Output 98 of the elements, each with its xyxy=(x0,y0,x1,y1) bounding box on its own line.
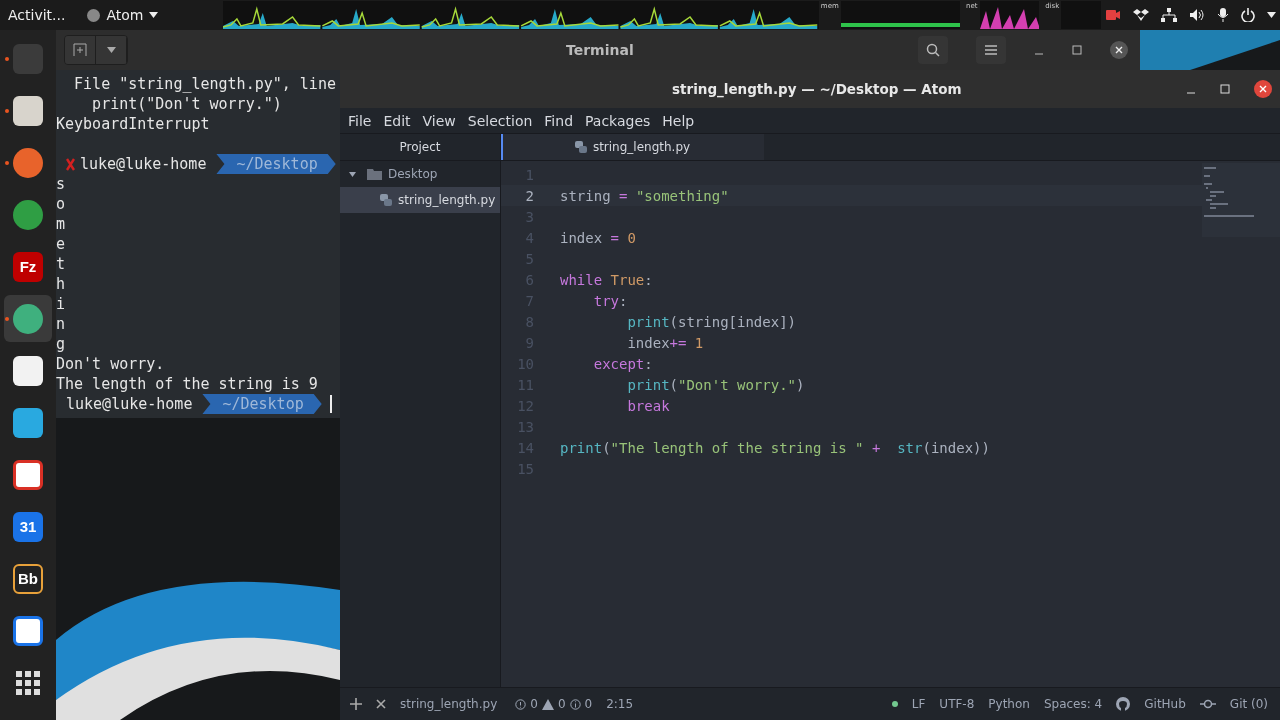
search-button[interactable] xyxy=(918,36,948,64)
terminal-line: o xyxy=(56,194,66,214)
calendar-app-icon[interactable]: 31 xyxy=(13,511,43,542)
folder-icon xyxy=(367,168,382,180)
warning-count[interactable]: 0 xyxy=(557,697,566,711)
line-number: 2 xyxy=(524,187,535,204)
status-dot xyxy=(891,701,898,707)
terminal-line: n xyxy=(56,314,66,334)
code-line: index = 0 xyxy=(560,229,636,246)
caret-icon xyxy=(106,47,116,53)
menu-item[interactable]: View xyxy=(416,112,462,129)
file-name-status[interactable]: string_length.py xyxy=(400,697,498,711)
caret-icon xyxy=(149,12,159,18)
terminal-line: Don't worry. xyxy=(56,354,165,374)
menu-item[interactable]: Find xyxy=(538,112,579,129)
envelope-app-icon[interactable] xyxy=(13,407,43,438)
terminal-line: print("Don't worry.") xyxy=(91,94,282,114)
app-grid-icon[interactable] xyxy=(16,670,40,695)
code-line: print("Don't worry.") xyxy=(626,376,805,393)
warning-icon xyxy=(541,698,554,710)
search-icon xyxy=(926,43,940,57)
prompt-path: ~/Desktop xyxy=(216,154,336,174)
microphone-icon[interactable] xyxy=(1217,8,1229,22)
code-line: index+= 1 xyxy=(626,334,704,351)
chevron-icon xyxy=(348,169,357,179)
app-icon[interactable] xyxy=(13,459,43,490)
maximize-icon[interactable] xyxy=(1220,84,1230,94)
window-title: string_length.py — ~/Desktop — Atom xyxy=(672,81,962,97)
prompt-user: luke@luke-home xyxy=(66,394,194,414)
camera-icon[interactable] xyxy=(1105,8,1121,22)
terminal-line: The length of the string is 9 xyxy=(56,374,318,394)
terminal-line: m xyxy=(56,214,66,234)
filezilla-app-icon[interactable]: Fz xyxy=(13,251,43,282)
code-line: except: xyxy=(592,355,653,372)
code-line: print("The length of the string is " + str(index)) xyxy=(560,439,990,456)
octocat-icon xyxy=(1116,697,1131,711)
app-icon[interactable] xyxy=(13,615,43,646)
code-line: break xyxy=(626,397,670,414)
volume-icon[interactable] xyxy=(1189,8,1205,22)
app-menu[interactable]: Atom xyxy=(73,7,223,23)
close-button[interactable] xyxy=(1254,80,1272,98)
error-count[interactable]: 0 xyxy=(530,697,538,711)
new-tab-button[interactable] xyxy=(65,36,96,64)
dropbox-icon[interactable] xyxy=(1133,8,1149,22)
code-line: while True: xyxy=(560,271,653,288)
menu-item[interactable]: Help xyxy=(656,112,701,129)
prompt-path: ~/Desktop xyxy=(202,394,322,414)
indentation[interactable]: Spaces: 4 xyxy=(1043,697,1103,711)
activities-button[interactable]: Activit... xyxy=(0,7,74,23)
info-icon xyxy=(569,698,581,710)
plus-icon[interactable] xyxy=(350,698,362,710)
network-icon[interactable] xyxy=(1161,8,1177,22)
terminal-line: s xyxy=(56,174,66,194)
close-button[interactable] xyxy=(1110,41,1128,59)
grammar[interactable]: Python xyxy=(988,697,1030,711)
menu-item[interactable]: File xyxy=(342,112,378,129)
menu-item[interactable]: Selection xyxy=(461,112,539,129)
error-icon xyxy=(515,698,527,710)
caret-icon[interactable] xyxy=(1267,12,1276,18)
new-tab-icon xyxy=(73,43,87,57)
close-icon xyxy=(1115,46,1123,54)
file-row[interactable]: string_length.py xyxy=(340,187,500,213)
close-icon[interactable] xyxy=(376,699,386,709)
github-button[interactable]: GitHub xyxy=(1144,697,1186,711)
info-count[interactable]: 0 xyxy=(584,697,593,711)
git-button[interactable]: Git (0) xyxy=(1229,697,1268,711)
commit-icon xyxy=(1199,699,1216,709)
terminal-line: g xyxy=(56,334,66,354)
terminal-line: i xyxy=(56,294,66,314)
power-icon[interactable] xyxy=(1241,8,1255,22)
pencil-app-icon[interactable] xyxy=(13,355,43,386)
menu-icon xyxy=(984,44,998,56)
dropdown-button[interactable] xyxy=(96,36,127,64)
terminal-line: e xyxy=(56,234,66,254)
menu-button[interactable] xyxy=(976,36,1006,64)
editor-tab[interactable]: string_length.py xyxy=(501,134,764,160)
code-line: string = "something" xyxy=(560,187,729,204)
prompt-user: luke@luke-home xyxy=(80,154,208,174)
code-line: print(string[index]) xyxy=(626,313,796,330)
cursor-position[interactable]: 2:15 xyxy=(606,697,634,711)
encoding[interactable]: UTF-8 xyxy=(939,697,975,711)
close-icon xyxy=(1259,85,1267,93)
terminal-line: KeyboardInterrupt xyxy=(56,114,210,134)
menu-item[interactable]: Edit xyxy=(377,112,417,129)
code-line: try: xyxy=(592,292,628,309)
folder-row[interactable]: Desktop xyxy=(340,161,500,187)
project-tab[interactable]: Project xyxy=(340,134,500,161)
python-file-icon xyxy=(380,194,392,206)
window-title: Terminal xyxy=(566,42,634,58)
terminal-line: h xyxy=(56,274,66,294)
folder-app-icon[interactable] xyxy=(13,95,43,126)
maximize-icon[interactable] xyxy=(1072,45,1082,55)
line-ending[interactable]: LF xyxy=(911,697,926,711)
bb-app-icon[interactable]: Bb xyxy=(13,563,43,594)
python-file-icon xyxy=(574,141,587,153)
terminal-line: File "string_length.py", line xyxy=(73,74,336,94)
terminal-line: t xyxy=(56,254,66,274)
menu-item[interactable]: Packages xyxy=(579,112,657,129)
